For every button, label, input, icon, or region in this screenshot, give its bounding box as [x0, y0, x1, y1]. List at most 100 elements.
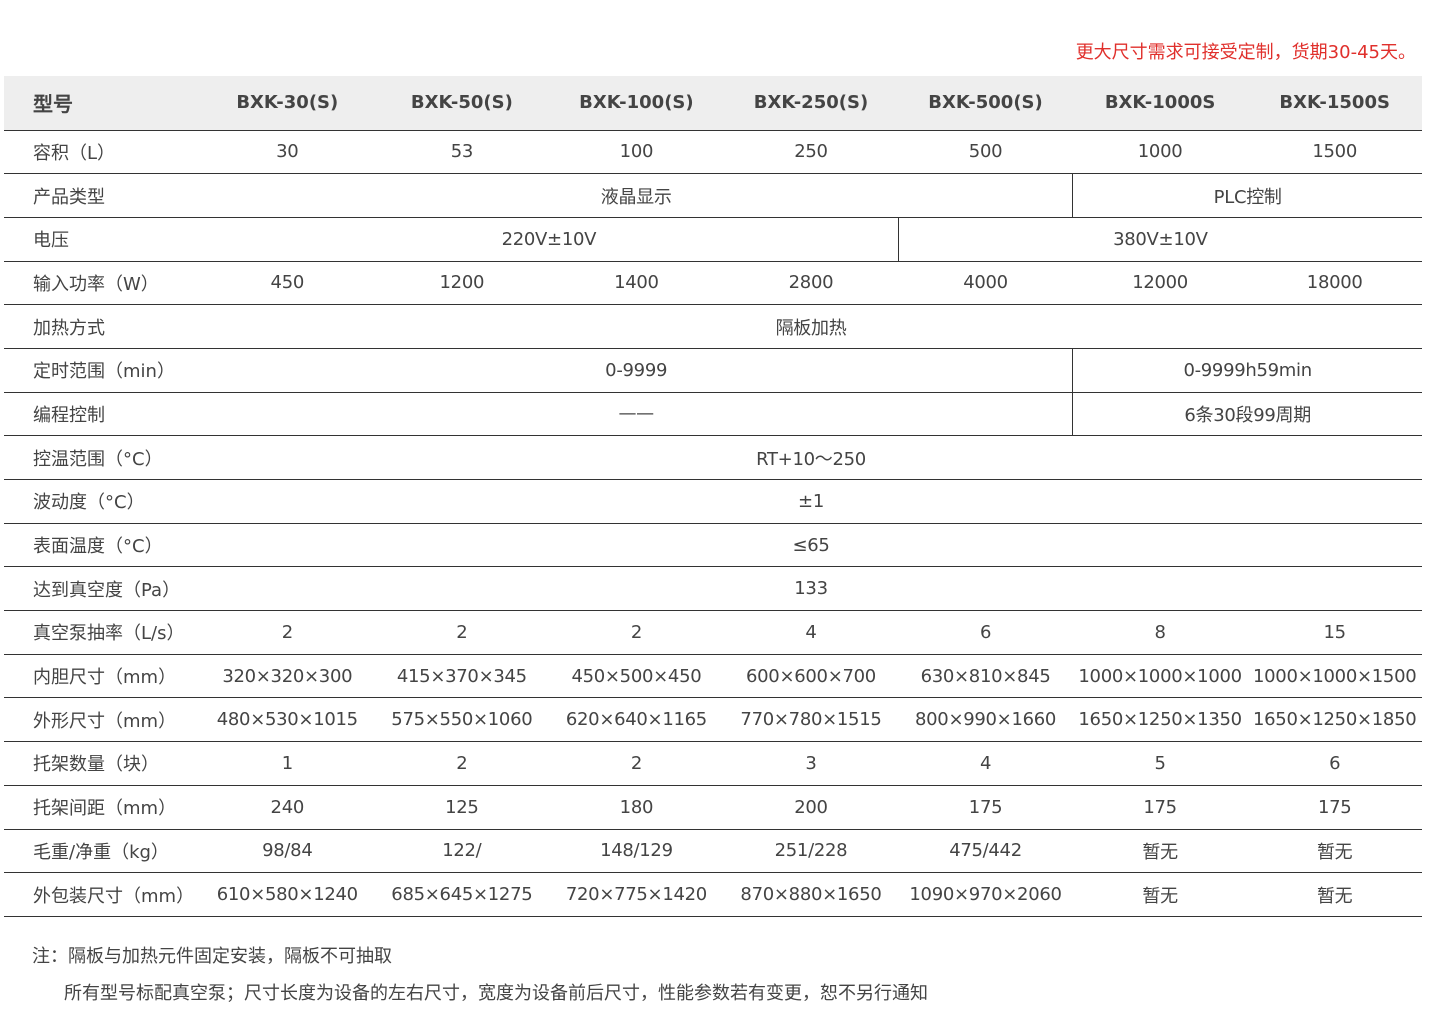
- spec-cell: 0-9999: [200, 348, 1073, 393]
- spec-cell: 200: [723, 785, 899, 830]
- row-label: 电压: [4, 217, 200, 262]
- model-header: BXK-50(S): [410, 92, 513, 114]
- spec-cell: 220V±10V: [200, 217, 899, 262]
- spec-cell: 液晶显示: [200, 173, 1073, 218]
- spec-cell: 6: [898, 610, 1073, 655]
- row-label: 控温范围（°C）: [4, 435, 200, 480]
- spec-cell: 2: [374, 741, 550, 786]
- model-header: BXK-1500S: [1279, 92, 1390, 114]
- row-label: 达到真空度（Pa）: [4, 566, 200, 612]
- spec-cell: 0-9999h59min: [1072, 348, 1422, 393]
- spec-cell: 2: [374, 610, 550, 655]
- power-row: 输入功率（W） 450 1200 1400 2800 4000 12000 18…: [4, 261, 1422, 306]
- spec-cell: 1000×1000×1000: [1072, 654, 1248, 699]
- spec-cell: ≤65: [200, 523, 1422, 568]
- spec-cell: ——: [200, 392, 1073, 437]
- spec-cell: 180: [549, 785, 724, 830]
- spec-cell: 1: [200, 741, 375, 786]
- spec-cell: 15: [1247, 610, 1422, 655]
- footnote-line: 注：隔板与加热元件固定安装，隔板不可抽取: [32, 946, 392, 967]
- spec-cell: 1650×1250×1350: [1072, 697, 1248, 743]
- spec-table: 型号 BXK-30(S) BXK-50(S) BXK-100(S) BXK-25…: [4, 76, 1422, 917]
- spec-cell: 2800: [723, 261, 899, 306]
- spec-cell: 4: [723, 610, 899, 655]
- row-label: 编程控制: [4, 392, 200, 437]
- spec-cell: 450: [200, 261, 375, 306]
- product-type-row: 产品类型 液晶显示 PLC控制: [4, 173, 1422, 218]
- spec-cell: 18000: [1247, 261, 1422, 306]
- spec-cell: 320×320×300: [200, 654, 375, 699]
- spec-cell: 600×600×700: [723, 654, 899, 699]
- temp-range-row: 控温范围（°C） RT+10～250: [4, 435, 1422, 480]
- spec-cell: 630×810×845: [898, 654, 1073, 699]
- spec-cell: 450×500×450: [549, 654, 724, 699]
- spec-cell: 133: [200, 566, 1422, 612]
- spec-cell: 610×580×1240: [200, 872, 375, 917]
- row-label: 加热方式: [4, 304, 200, 349]
- model-header: BXK-500(S): [928, 92, 1043, 114]
- spec-cell: 175: [1247, 785, 1422, 830]
- spec-cell: 4: [898, 741, 1073, 786]
- spec-cell: 1090×970×2060: [898, 872, 1073, 917]
- spec-cell: 250: [723, 129, 899, 175]
- spec-cell: 175: [1072, 785, 1248, 830]
- spec-cell: 122/: [374, 829, 550, 874]
- spec-cell: 5: [1072, 741, 1248, 786]
- volume-row: 容积（L） 30 53 100 250 500 1000 1500: [4, 129, 1422, 175]
- spec-cell: 98/84: [200, 829, 375, 874]
- spec-cell: 251/228: [723, 829, 899, 874]
- row-label: 托架数量（块）: [4, 741, 200, 786]
- row-label: 真空泵抽率（L/s）: [4, 610, 200, 655]
- model-header: BXK-100(S): [579, 92, 694, 114]
- spec-cell: 1500: [1247, 129, 1422, 175]
- row-label: 定时范围（min）: [4, 348, 200, 393]
- model-header-label: 型号: [33, 92, 73, 117]
- weight-row: 毛重/净重（kg） 98/84 122/ 148/129 251/228 475…: [4, 829, 1422, 874]
- spec-cell: ±1: [200, 479, 1422, 524]
- spec-cell: 2: [549, 741, 724, 786]
- spec-cell: 1000×1000×1500: [1247, 654, 1422, 699]
- spec-cell: 720×775×1420: [549, 872, 724, 917]
- spec-cell: 6条30段99周期: [1072, 392, 1422, 437]
- model-header: BXK-1000S: [1104, 92, 1216, 114]
- spec-cell: 870×880×1650: [723, 872, 899, 917]
- spec-cell: 暂无: [1247, 829, 1422, 874]
- spec-cell: 6: [1247, 741, 1422, 786]
- inner-size-row: 内胆尺寸（mm） 320×320×300 415×370×345 450×500…: [4, 654, 1422, 699]
- spec-cell: 125: [374, 785, 550, 830]
- voltage-row: 电压 220V±10V 380V±10V: [4, 217, 1422, 262]
- spec-cell: 100: [549, 129, 724, 175]
- spec-cell: 12000: [1072, 261, 1248, 306]
- shelf-count-row: 托架数量（块） 1 2 2 3 4 5 6: [4, 741, 1422, 786]
- spec-cell: 575×550×1060: [374, 697, 550, 743]
- model-header: BXK-250(S): [753, 92, 869, 114]
- spec-cell: 30: [200, 129, 375, 175]
- package-row: 外包装尺寸（mm） 610×580×1240 685×645×1275 720×…: [4, 872, 1422, 917]
- spec-cell: 620×640×1165: [549, 697, 724, 743]
- row-label: 外形尺寸（mm）: [4, 697, 200, 743]
- spec-cell: 380V±10V: [897, 217, 1422, 262]
- spec-cell: 770×780×1515: [723, 697, 899, 743]
- spec-cell: 1650×1250×1850: [1247, 697, 1422, 743]
- fluctuation-row: 波动度（°C） ±1: [4, 479, 1422, 524]
- pump-rate-row: 真空泵抽率（L/s） 2 2 2 4 6 8 15: [4, 610, 1422, 655]
- row-label: 表面温度（°C）: [4, 523, 200, 568]
- spec-cell: 475/442: [898, 829, 1073, 874]
- header-row: 型号 BXK-30(S) BXK-50(S) BXK-100(S) BXK-25…: [4, 76, 1422, 130]
- surface-temp-row: 表面温度（°C） ≤65: [4, 523, 1422, 568]
- spec-cell: 4000: [898, 261, 1073, 306]
- model-header: BXK-30(S): [236, 92, 339, 114]
- spec-cell: 175: [898, 785, 1073, 830]
- spec-cell: 1400: [549, 261, 724, 306]
- spec-cell: 暂无: [1072, 872, 1248, 917]
- spec-cell: 53: [374, 129, 550, 175]
- spec-cell: 500: [898, 129, 1073, 175]
- spec-cell: 隔板加热: [200, 304, 1422, 349]
- heating-row: 加热方式 隔板加热: [4, 304, 1422, 349]
- spec-cell: 1000: [1072, 129, 1248, 175]
- row-label: 容积（L）: [4, 129, 200, 175]
- spec-cell: 暂无: [1072, 829, 1248, 874]
- spec-cell: 148/129: [549, 829, 724, 874]
- spec-cell: 240: [200, 785, 375, 830]
- spec-cell: RT+10～250: [200, 435, 1422, 480]
